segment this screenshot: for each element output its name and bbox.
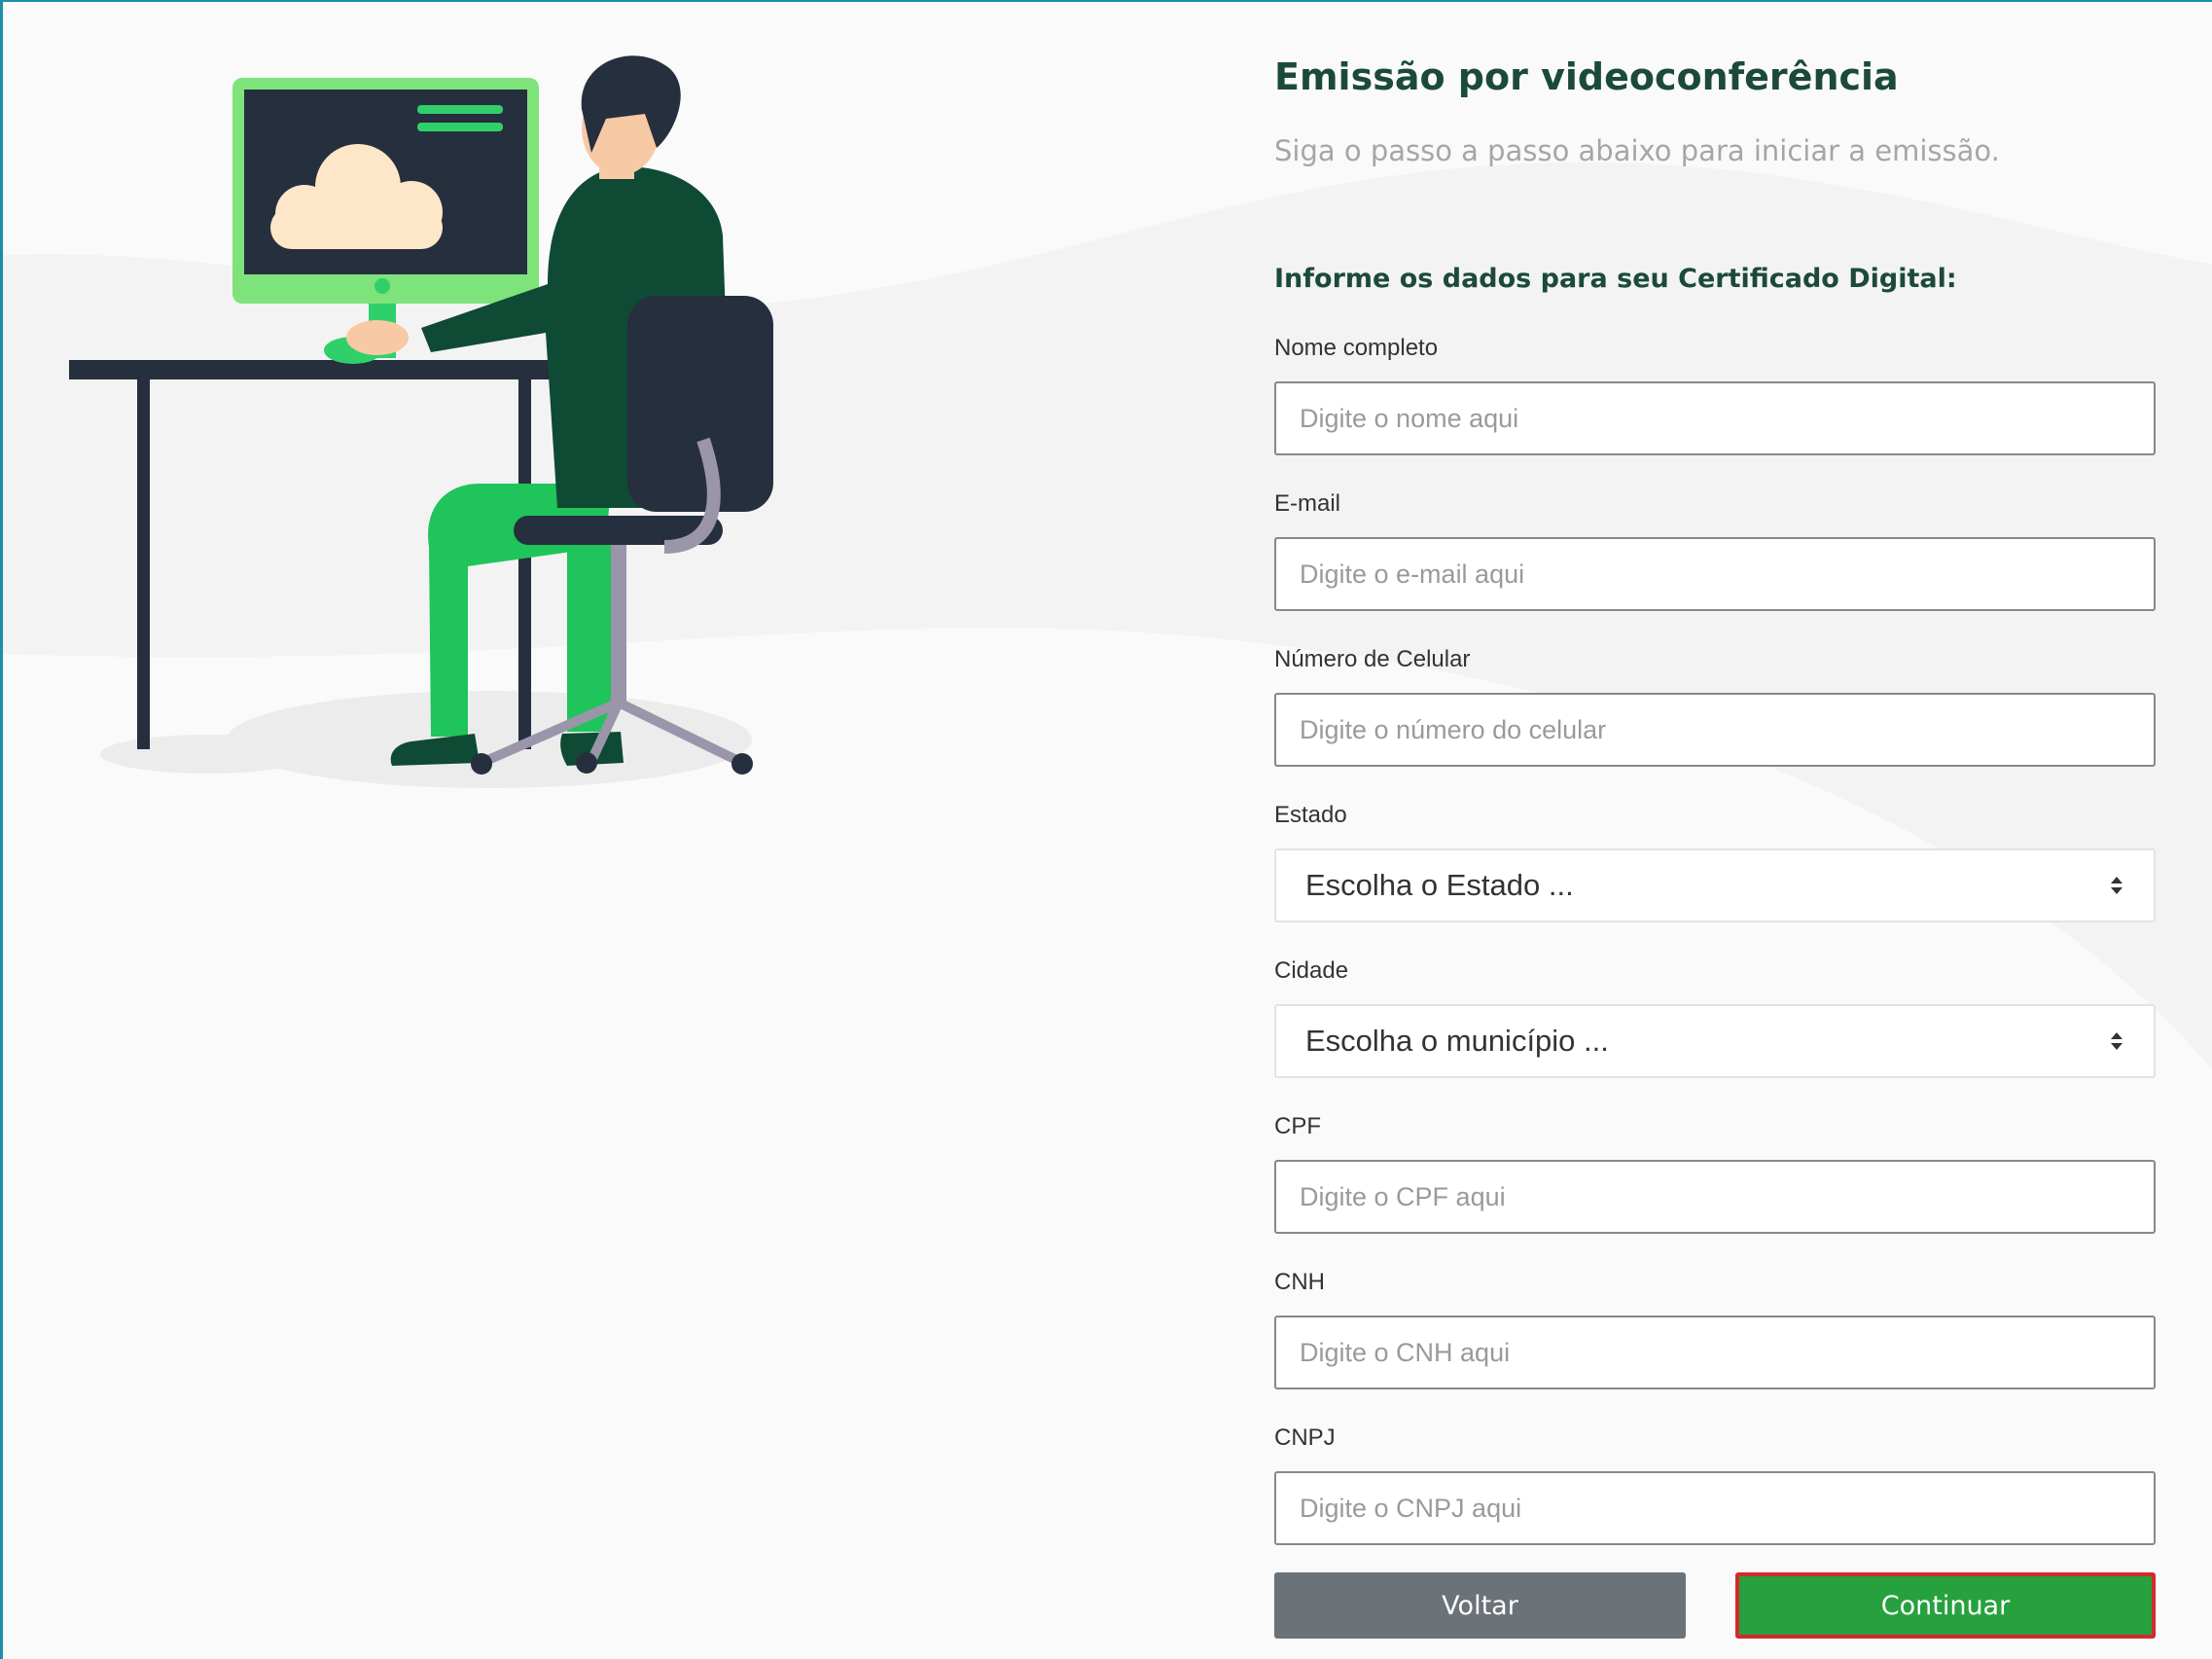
estado-select[interactable]: Escolha o Estado ... <box>1274 848 2156 922</box>
celular-label: Número de Celular <box>1274 646 1471 672</box>
back-button[interactable]: Voltar <box>1274 1572 1686 1639</box>
cpf-input[interactable] <box>1274 1160 2156 1234</box>
floor-shadow <box>227 691 752 788</box>
cidade-label: Cidade <box>1274 957 1349 984</box>
page-frame: Emissão por videoconferência Siga o pass… <box>0 0 2212 1659</box>
cnpj-label: CNPJ <box>1274 1425 1336 1451</box>
section-title: Informe os dados para seu Certificado Di… <box>1274 264 1957 294</box>
cidade-select[interactable]: Escolha o município ... <box>1274 1004 2156 1078</box>
nome-label: Nome completo <box>1274 335 1439 361</box>
page-title: Emissão por videoconferência <box>1274 55 1899 98</box>
cidade-selected-value: Escolha o município ... <box>1305 1024 1609 1058</box>
celular-input[interactable] <box>1274 693 2156 767</box>
estado-label: Estado <box>1274 802 1347 828</box>
page-subtitle: Siga o passo a passo abaixo para iniciar… <box>1274 134 2000 167</box>
floor-shadow-left <box>100 735 314 774</box>
continue-button[interactable]: Continuar <box>1735 1572 2156 1639</box>
email-label: E-mail <box>1274 490 1341 517</box>
cnpj-input[interactable] <box>1274 1471 2156 1545</box>
estado-selected-value: Escolha o Estado ... <box>1305 868 1574 902</box>
sort-arrows-icon <box>2111 1032 2123 1050</box>
cpf-label: CPF <box>1274 1113 1321 1139</box>
cnh-input[interactable] <box>1274 1316 2156 1389</box>
person-at-computer-illustration <box>69 55 773 788</box>
cnh-label: CNH <box>1274 1269 1325 1295</box>
sort-arrows-icon <box>2111 877 2123 894</box>
nome-input[interactable] <box>1274 381 2156 455</box>
email-input[interactable] <box>1274 537 2156 611</box>
